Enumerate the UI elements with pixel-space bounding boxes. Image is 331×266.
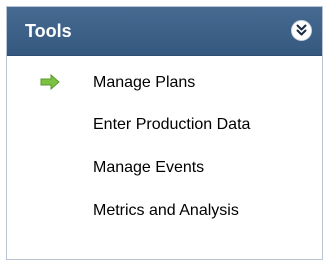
menu-item-label: Manage Events — [93, 159, 205, 176]
menu-item-manage-plans[interactable]: Manage Plans — [7, 64, 322, 102]
tools-panel: Tools Manage Plans Enter Production Data… — [6, 6, 323, 260]
menu-item-label: Manage Plans — [93, 74, 196, 91]
menu-item-enter-production-data[interactable]: Enter Production Data — [7, 106, 322, 144]
double-chevron-down-icon — [296, 24, 307, 36]
green-arrow-right-icon — [40, 74, 60, 90]
panel-title: Tools — [25, 21, 72, 41]
tools-panel-header[interactable]: Tools — [7, 7, 322, 56]
menu-item-label: Enter Production Data — [93, 116, 251, 133]
menu-item-manage-events[interactable]: Manage Events — [7, 149, 322, 187]
collapse-button[interactable] — [291, 20, 312, 41]
menu-item-label: Metrics and Analysis — [93, 202, 239, 219]
menu-item-metrics-and-analysis[interactable]: Metrics and Analysis — [7, 192, 322, 230]
